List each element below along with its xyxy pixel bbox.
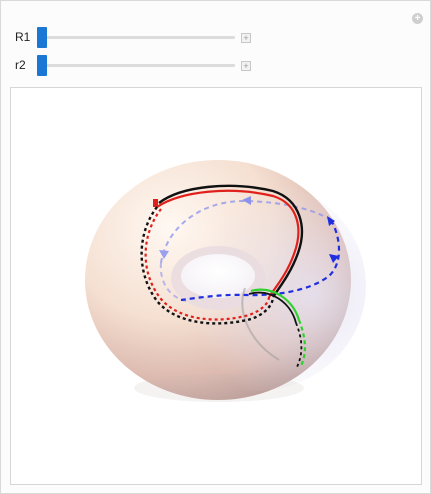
plus-circle-icon[interactable]: + [412, 13, 423, 24]
curve-start-marker [153, 199, 158, 207]
slider-track[interactable] [37, 64, 235, 67]
slider-thumb[interactable] [37, 55, 47, 76]
slider-row-r2: r2 + [1, 55, 431, 77]
torus-plot[interactable] [10, 87, 422, 485]
slider-label: r2 [15, 58, 26, 72]
manipulate-frame: + R1 + r2 + [0, 0, 431, 494]
plus-icon[interactable]: + [241, 61, 251, 71]
torus-shadow [134, 374, 304, 402]
plus-icon[interactable]: + [241, 33, 251, 43]
slider-track[interactable] [37, 36, 235, 39]
slider-row-r1: R1 + [1, 27, 431, 49]
slider-label: R1 [15, 30, 31, 44]
torus-graphic [85, 160, 366, 402]
slider-thumb[interactable] [37, 27, 47, 48]
